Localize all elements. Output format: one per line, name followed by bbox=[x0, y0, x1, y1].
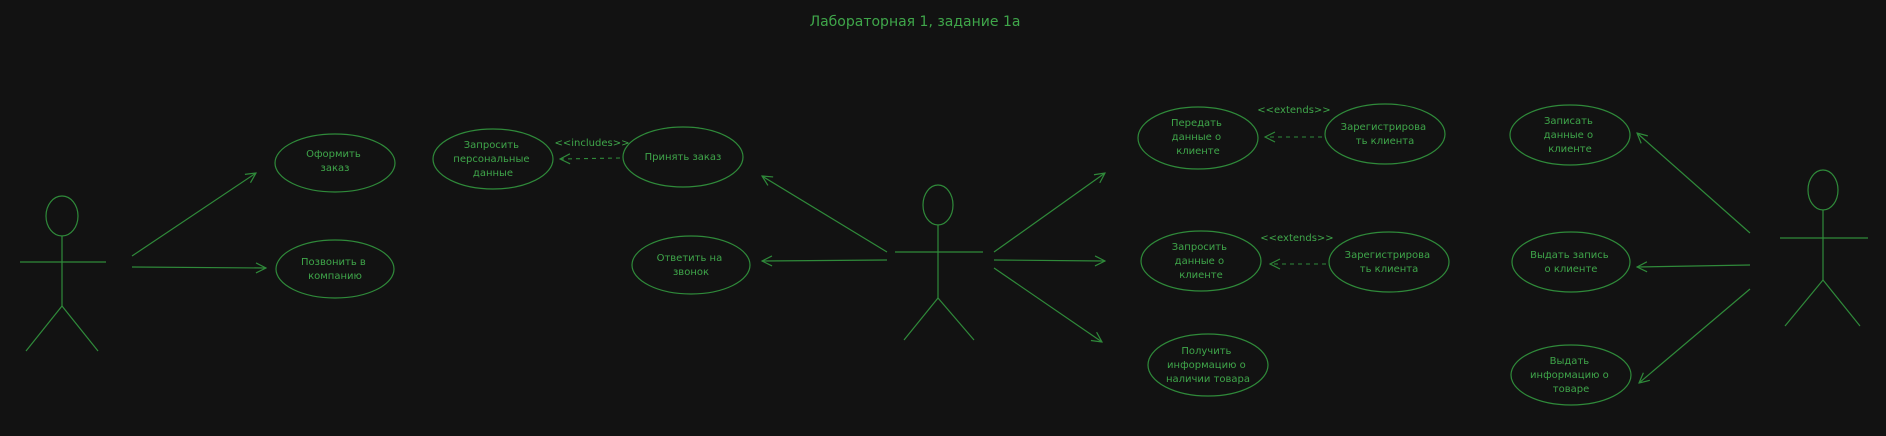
usecase-request-personal-data-label: Запросить персональные данные bbox=[453, 140, 532, 179]
dependency-includes bbox=[560, 158, 621, 159]
association-client-call-company bbox=[131, 267, 266, 268]
usecase-issue-product-info-label: Выдать информацию о товаре bbox=[1530, 356, 1612, 395]
usecase-call-company-ellipse bbox=[275, 239, 395, 299]
association-manager-answer-call bbox=[762, 260, 888, 261]
usecase-issue-client-record-label: Выдать запись о клиенте bbox=[1530, 250, 1612, 275]
stereotype-extends-2-label: <<extends>> bbox=[1260, 233, 1333, 244]
usecase-call-company-label: Позвонить в компанию bbox=[301, 257, 369, 282]
usecase-register-client-1-ellipse bbox=[1324, 103, 1446, 165]
diagram-title: Лабораторная 1, задание 1а bbox=[810, 14, 1021, 30]
association-database-product-info bbox=[1639, 288, 1751, 383]
association-manager-transfer-data bbox=[993, 173, 1105, 253]
usecase-transfer-client-data-label: Передать данные о клиенте bbox=[1171, 118, 1225, 157]
association-database-issue-record bbox=[1637, 265, 1751, 267]
usecase-register-client-1-label: Зарегистрирова ть клиента bbox=[1341, 122, 1430, 147]
usecase-answer-call-label: Ответить на звонок bbox=[657, 253, 726, 278]
actor-manager bbox=[895, 184, 983, 341]
usecase-register-client-2-label: Зарегистрирова ть клиента bbox=[1345, 250, 1434, 275]
association-manager-request-data bbox=[993, 260, 1105, 261]
usecase-record-client-data-label: Записать данные о клиенте bbox=[1544, 116, 1597, 155]
usecase-get-stock-info-label: Получить информацию о наличии товара bbox=[1166, 346, 1250, 385]
usecase-place-order-label: Оформить заказ bbox=[306, 149, 364, 174]
stereotype-includes-label: <<includes>> bbox=[555, 138, 630, 149]
association-database-record-data bbox=[1637, 133, 1751, 234]
association-manager-stock-info bbox=[993, 267, 1102, 342]
usecase-issue-client-record-ellipse bbox=[1511, 231, 1631, 293]
association-client-place-order bbox=[131, 173, 256, 257]
usecase-request-client-data-label: Запросить данные о клиенте bbox=[1172, 242, 1230, 281]
association-manager-accept-order bbox=[762, 176, 888, 253]
usecase-answer-call-ellipse bbox=[631, 235, 751, 295]
actor-database bbox=[1780, 169, 1868, 327]
use-case-diagram: Лабораторная 1, задание 1а Оформить зака… bbox=[20, 14, 1868, 406]
stereotype-extends-1-label: <<extends>> bbox=[1257, 105, 1330, 116]
usecase-accept-order-label: Принять заказ bbox=[645, 152, 722, 163]
actor-client bbox=[20, 195, 106, 352]
usecase-register-client-2-ellipse bbox=[1328, 231, 1450, 293]
